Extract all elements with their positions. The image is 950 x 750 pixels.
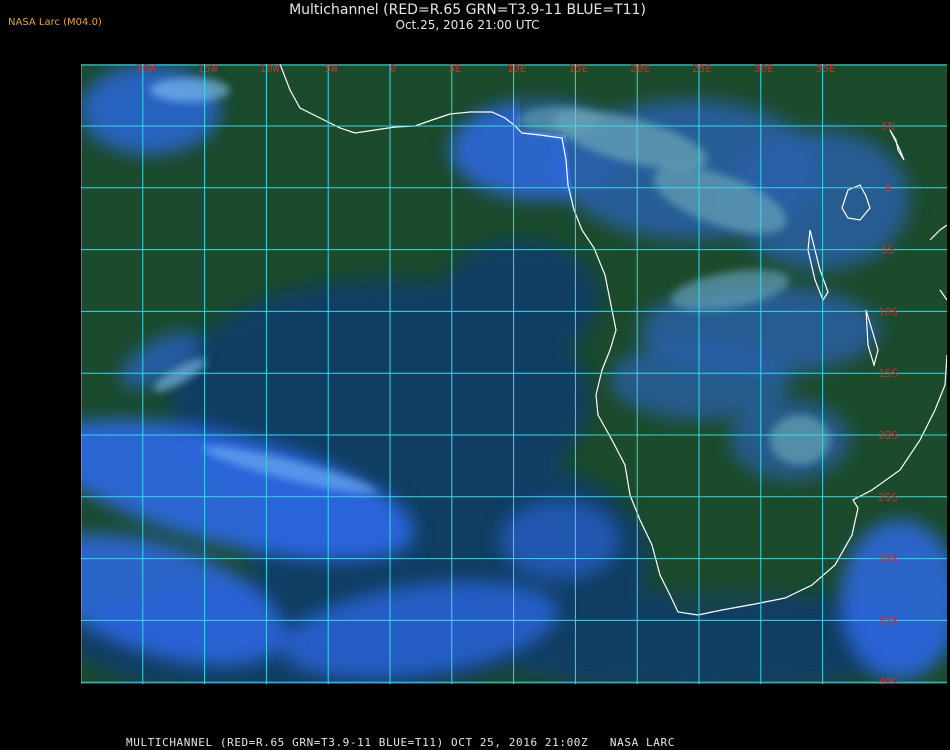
longitude-label: 15E bbox=[568, 62, 588, 75]
latitude-label: 0 bbox=[885, 182, 892, 195]
latitude-label: 10S bbox=[878, 305, 898, 318]
longitude-label: 35E bbox=[816, 62, 836, 75]
longitude-label: 0 bbox=[390, 62, 397, 75]
latitude-label: 30S bbox=[878, 553, 898, 566]
longitude-label: 10W bbox=[259, 62, 279, 75]
latitude-label: 35S bbox=[878, 614, 898, 627]
longitude-label: 10E bbox=[507, 62, 527, 75]
longitude-label: 25E bbox=[692, 62, 712, 75]
satellite-imagery: 20W 15W 10W 5W 0 5E 10E 15E 20E 25E 30E 35E 5N 0 5S 10… bbox=[81, 62, 947, 684]
longitude-label: 5E bbox=[448, 62, 461, 75]
footer-caption: MULTICHANNEL (RED=R.65 GRN=T3.9-11 BLUE=… bbox=[126, 736, 675, 749]
longitude-label: 30E bbox=[754, 62, 774, 75]
latitude-label: 5S bbox=[881, 244, 894, 257]
map-bottom-margin bbox=[81, 684, 947, 726]
satellite-map: 20W 15W 10W 5W 0 5E 10E 15E 20E 25E 30E 35E 5N 0 5S 10… bbox=[81, 62, 947, 726]
latitude-label: 20S bbox=[878, 429, 898, 442]
longitude-label: 20E bbox=[630, 62, 650, 75]
longitude-label: 5W bbox=[325, 62, 339, 75]
longitude-label: 15W bbox=[198, 62, 218, 75]
latitude-label: 15S bbox=[878, 367, 898, 380]
longitude-label: 20W bbox=[136, 62, 156, 75]
latitude-label: 5N bbox=[881, 120, 894, 133]
latitude-label: 25S bbox=[878, 491, 898, 504]
